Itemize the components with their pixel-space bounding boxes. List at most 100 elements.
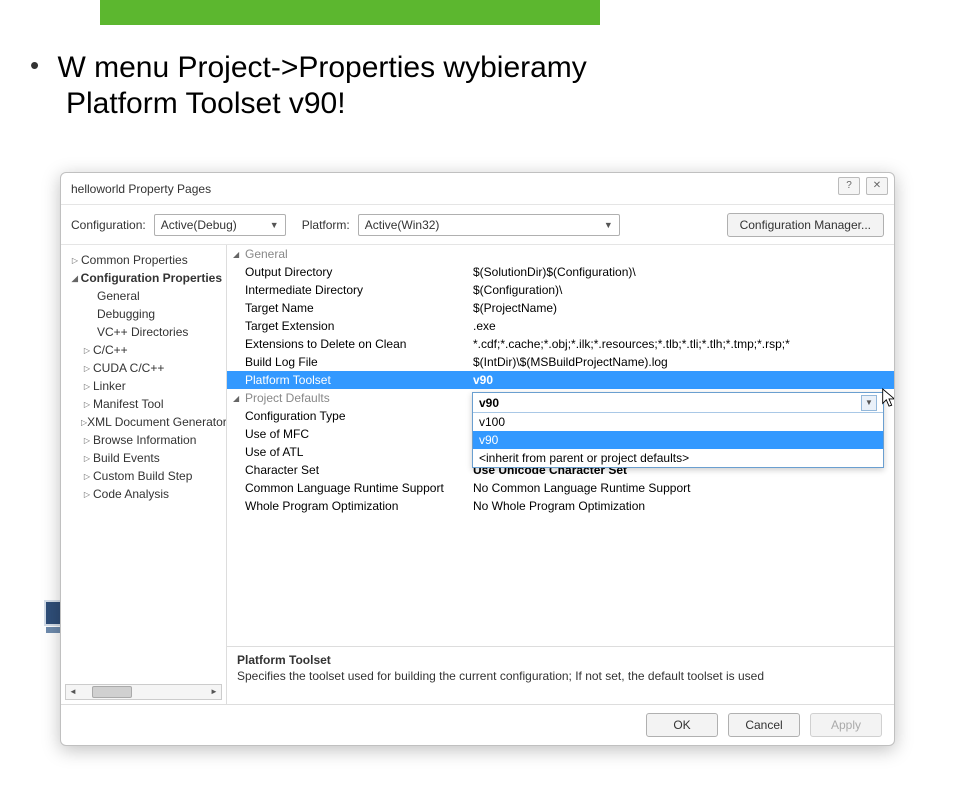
dialog-title: helloworld Property Pages: [71, 182, 211, 196]
property-row[interactable]: Platform Toolsetv90: [227, 371, 894, 389]
property-label: Use of ATL: [245, 445, 473, 459]
property-value: v90: [473, 373, 894, 387]
configuration-manager-label: Configuration Manager...: [740, 218, 871, 232]
tree-item-label: Configuration Properties: [81, 271, 222, 285]
property-label: Whole Program Optimization: [245, 499, 473, 513]
dialog-toolbar: Configuration: Active(Debug) ▼ Platform:…: [61, 205, 894, 245]
scroll-right-icon[interactable]: ►: [207, 685, 221, 699]
platform-label: Platform:: [302, 218, 350, 232]
tree-item-label: Browse Information: [93, 433, 196, 447]
apply-button[interactable]: Apply: [810, 713, 882, 737]
arrow-right-icon: ▷: [81, 400, 93, 409]
slide-accent-bar: [100, 0, 600, 25]
property-row[interactable]: Extensions to Delete on Clean*.cdf;*.cac…: [227, 335, 894, 353]
tree-item[interactable]: ▷Common Properties: [65, 251, 222, 269]
tree-item[interactable]: ▷Manifest Tool: [65, 395, 222, 413]
arrow-right-icon: ▷: [81, 364, 93, 373]
tree-item[interactable]: ▷Build Events: [65, 449, 222, 467]
property-grid[interactable]: ◢GeneralOutput Directory$(SolutionDir)$(…: [227, 245, 894, 646]
property-row[interactable]: Intermediate Directory$(Configuration)\: [227, 281, 894, 299]
arrow-down-icon: ◢: [69, 274, 81, 283]
property-label: Character Set: [245, 463, 473, 477]
arrow-right-icon: ▷: [81, 382, 93, 391]
tree-item[interactable]: ▷XML Document Generator: [65, 413, 222, 431]
chevron-down-icon[interactable]: ▼: [861, 395, 877, 411]
tree-item[interactable]: ▷CUDA C/C++: [65, 359, 222, 377]
tree-item-label: Debugging: [97, 307, 155, 321]
property-row[interactable]: Target Extension.exe: [227, 317, 894, 335]
scroll-left-icon[interactable]: ◄: [66, 685, 80, 699]
dialog-footer: OK Cancel Apply: [61, 705, 894, 745]
tree-item[interactable]: ▷Browse Information: [65, 431, 222, 449]
property-value: $(IntDir)\$(MSBuildProjectName).log: [473, 355, 894, 369]
bullet-icon: •: [30, 50, 39, 80]
platform-value: Active(Win32): [365, 218, 440, 232]
chevron-down-icon: ▼: [270, 220, 279, 230]
platform-toolset-dropdown[interactable]: v90 ▼ v100v90<inherit from parent or pro…: [472, 392, 884, 468]
tree-item[interactable]: VC++ Directories: [65, 323, 222, 341]
tree-item-label: Linker: [93, 379, 126, 393]
property-row[interactable]: Output Directory$(SolutionDir)$(Configur…: [227, 263, 894, 281]
tree-item-label: Common Properties: [81, 253, 188, 267]
slide-line-1: W menu Project->Properties wybieramy: [57, 51, 586, 84]
property-value: $(Configuration)\: [473, 283, 894, 297]
property-label: Target Extension: [245, 319, 473, 333]
property-description: Platform Toolset Specifies the toolset u…: [227, 646, 894, 704]
property-label: Platform Toolset: [245, 373, 473, 387]
property-value: .exe: [473, 319, 894, 333]
property-row[interactable]: Build Log File$(IntDir)\$(MSBuildProject…: [227, 353, 894, 371]
configuration-combo[interactable]: Active(Debug) ▼: [154, 214, 286, 236]
tree-item[interactable]: ◢Configuration Properties: [65, 269, 222, 287]
arrow-down-icon: ◢: [233, 394, 245, 403]
cancel-button[interactable]: Cancel: [728, 713, 800, 737]
property-value: No Common Language Runtime Support: [473, 481, 894, 495]
arrow-right-icon: ▷: [69, 256, 81, 265]
tree-item[interactable]: ▷C/C++: [65, 341, 222, 359]
property-pages-dialog: helloworld Property Pages ? ✕ Configurat…: [60, 172, 895, 746]
configuration-manager-button[interactable]: Configuration Manager...: [727, 213, 884, 237]
arrow-down-icon: ◢: [233, 250, 245, 259]
chevron-down-icon: ▼: [604, 220, 613, 230]
scrollbar-thumb[interactable]: [92, 686, 132, 698]
property-label: Configuration Type: [245, 409, 473, 423]
property-row[interactable]: Whole Program OptimizationNo Whole Progr…: [227, 497, 894, 515]
tree-item-label: General: [97, 289, 140, 303]
dropdown-option[interactable]: <inherit from parent or project defaults…: [473, 449, 883, 467]
dropdown-current-field[interactable]: v90 ▼: [473, 393, 883, 413]
property-label: Extensions to Delete on Clean: [245, 337, 473, 351]
property-label: Use of MFC: [245, 427, 473, 441]
tree-item[interactable]: Debugging: [65, 305, 222, 323]
description-title: Platform Toolset: [237, 653, 884, 667]
arrow-right-icon: ▷: [81, 490, 93, 499]
help-button[interactable]: ?: [838, 177, 860, 195]
tree-item[interactable]: ▷Linker: [65, 377, 222, 395]
configuration-label: Configuration:: [71, 218, 146, 232]
tree-item[interactable]: General: [65, 287, 222, 305]
dialog-titlebar[interactable]: helloworld Property Pages ? ✕: [61, 173, 894, 205]
property-value: *.cdf;*.cache;*.obj;*.ilk;*.resources;*.…: [473, 337, 894, 351]
apply-label: Apply: [831, 718, 861, 732]
ok-button[interactable]: OK: [646, 713, 718, 737]
tree-item[interactable]: ▷Code Analysis: [65, 485, 222, 503]
platform-combo[interactable]: Active(Win32) ▼: [358, 214, 620, 236]
dropdown-option[interactable]: v100: [473, 413, 883, 431]
tree-item-label: XML Document Generator: [87, 415, 227, 429]
tree-item[interactable]: ▷Custom Build Step: [65, 467, 222, 485]
property-group-header[interactable]: ◢General: [227, 245, 894, 263]
horizontal-scrollbar[interactable]: ◄►: [65, 684, 222, 700]
property-label: Output Directory: [245, 265, 473, 279]
property-label: Common Language Runtime Support: [245, 481, 473, 495]
group-label: Project Defaults: [245, 391, 473, 405]
property-grid-pane: ◢GeneralOutput Directory$(SolutionDir)$(…: [227, 245, 894, 704]
property-value: No Whole Program Optimization: [473, 499, 894, 513]
close-button[interactable]: ✕: [866, 177, 888, 195]
configuration-value: Active(Debug): [161, 218, 237, 232]
group-label: General: [245, 247, 473, 261]
arrow-right-icon: ▷: [81, 346, 93, 355]
property-label: Build Log File: [245, 355, 473, 369]
dropdown-option[interactable]: v90: [473, 431, 883, 449]
property-row[interactable]: Common Language Runtime SupportNo Common…: [227, 479, 894, 497]
nav-tree[interactable]: ▷Common Properties◢Configuration Propert…: [61, 245, 227, 704]
property-row[interactable]: Target Name$(ProjectName): [227, 299, 894, 317]
arrow-right-icon: ▷: [81, 454, 93, 463]
